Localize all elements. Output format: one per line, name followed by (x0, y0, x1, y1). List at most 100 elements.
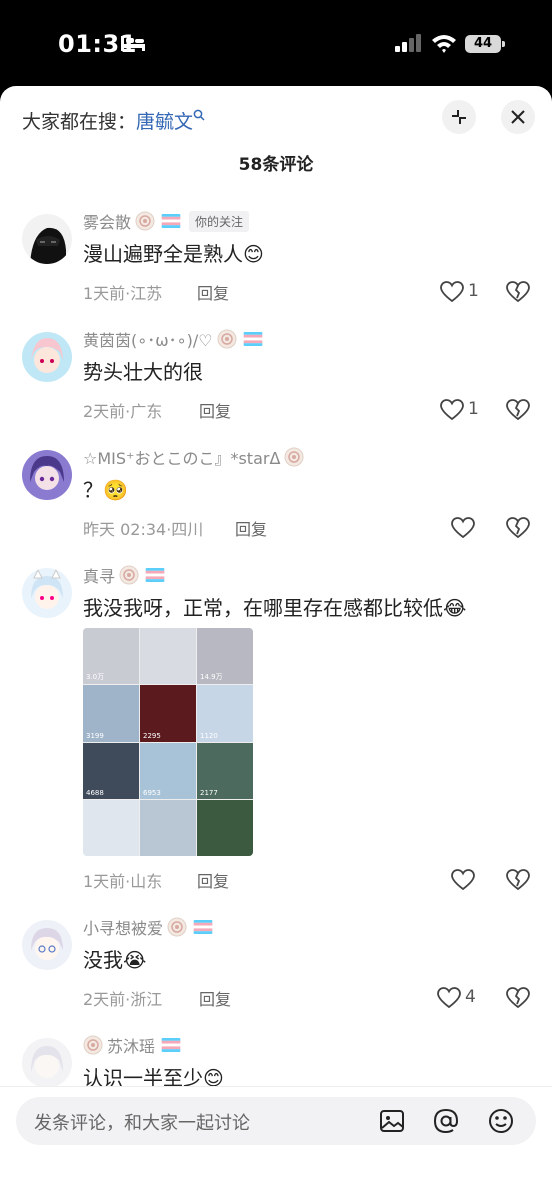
battery-level: 44 (465, 35, 501, 53)
view-count: 1120 (200, 731, 218, 740)
comment-item: 真寻 我没我呀，正常，在哪里存在感都比较低😂 3.0万 14.9万 3199 2… (0, 562, 552, 906)
photo-thumb (197, 799, 253, 856)
photo-thumb (140, 628, 196, 685)
comment-item: 黄茵茵(∘･ω･∘)/♡ 势头壮大的很 2天前·广东 回复 1 (0, 326, 552, 436)
comment-count: 58条评论 (238, 155, 314, 175)
photo-thumb: 2295 (140, 685, 196, 742)
broken-heart-icon[interactable] (506, 281, 530, 303)
bun-badge-icon (284, 447, 304, 467)
search-suggestion[interactable]: 大家都在搜：唐毓文 (22, 107, 205, 134)
photo-thumb: 3199 (83, 685, 139, 742)
battery-indicator: 44 (465, 35, 505, 53)
comment-sheet: 大家都在搜：唐毓文 58条评论 雾会散 你的关注 漫山遍野全是熟人😊 1天前·江… (0, 86, 552, 1200)
avatar[interactable] (22, 920, 72, 970)
comment-text: 漫山遍野全是熟人😊 (83, 242, 264, 266)
follow-tag: 你的关注 (189, 210, 250, 232)
photo-thumb: 6953 (140, 742, 196, 799)
comment-list[interactable]: 雾会散 你的关注 漫山遍野全是熟人😊 1天前·江苏 回复 1 黄茵茵(∘･ω･∘… (0, 208, 552, 1088)
username[interactable]: ☆MIS⁺おとこのこ』*starᐃ (83, 445, 280, 469)
view-count: 3.0万 (86, 673, 105, 682)
photo-thumb: 4688 (83, 742, 139, 799)
like-count: 1 (468, 399, 479, 419)
comment-meta: 1天前·江苏 (83, 284, 163, 303)
heart-icon[interactable] (451, 517, 475, 539)
avatar[interactable] (22, 1038, 72, 1088)
trans-flag-icon (145, 568, 165, 582)
comment-item: 苏沐瑶 认识一半至少😊 (0, 1032, 552, 1088)
comment-text: 没我😭 (83, 948, 147, 972)
bun-badge-icon (83, 1035, 103, 1055)
broken-heart-icon[interactable] (506, 399, 530, 421)
photo-thumb: 3.0万 (83, 628, 139, 685)
reply-button[interactable]: 回复 (197, 868, 229, 892)
username[interactable]: 小寻想被爱 (83, 915, 163, 939)
comment-meta: 1天前·山东 (83, 872, 163, 891)
username[interactable]: 黄茵茵(∘･ω･∘)/♡ (83, 327, 213, 351)
username[interactable]: 雾会散 (83, 209, 131, 233)
bun-badge-icon (119, 565, 139, 585)
broken-heart-icon[interactable] (506, 517, 530, 539)
comment-image[interactable]: 3.0万 14.9万 3199 2295 1120 4688 6953 2177 (83, 628, 253, 856)
reply-button[interactable]: 回复 (199, 398, 231, 422)
comment-input-bar: 发条评论，和大家一起讨论 (0, 1086, 552, 1200)
comment-input[interactable]: 发条评论，和大家一起讨论 (16, 1097, 536, 1145)
photo-thumb: 14.9万 (197, 628, 253, 685)
heart-icon[interactable] (440, 281, 464, 303)
comment-meta: 2天前·浙江 (83, 990, 163, 1009)
search-icon (193, 109, 205, 121)
comment-item: 小寻想被爱 没我😭 2天前·浙江 回复 4 (0, 914, 552, 1024)
photo-thumb (140, 799, 196, 856)
broken-heart-icon[interactable] (506, 987, 530, 1009)
view-count: 14.9万 (200, 673, 223, 682)
reply-button[interactable]: 回复 (199, 986, 231, 1010)
bun-badge-icon (217, 329, 237, 349)
comment-header: 黄茵茵(∘･ω･∘)/♡ (83, 326, 263, 352)
trans-flag-icon (193, 920, 213, 934)
bun-badge-icon (167, 917, 187, 937)
view-count: 2177 (200, 788, 218, 797)
comment-meta: 昨天 02:34·四川 (83, 520, 204, 539)
avatar[interactable] (22, 568, 72, 618)
username[interactable]: 真寻 (83, 563, 115, 587)
comment-header: 苏沐瑶 (83, 1032, 181, 1058)
view-count: 2295 (143, 731, 161, 740)
reply-button[interactable]: 回复 (235, 516, 267, 540)
heart-icon[interactable] (437, 987, 461, 1009)
trans-flag-icon (161, 1038, 181, 1052)
comment-header: 雾会散 你的关注 (83, 208, 250, 234)
photo-thumb: 1120 (197, 685, 253, 742)
comment-meta: 2天前·广东 (83, 402, 163, 421)
username[interactable]: 苏沐瑶 (107, 1033, 155, 1057)
minimize-button[interactable] (442, 100, 476, 134)
comment-item: 雾会散 你的关注 漫山遍野全是熟人😊 1天前·江苏 回复 1 (0, 208, 552, 318)
battery-cap (502, 41, 505, 47)
avatar[interactable] (22, 332, 72, 382)
view-count: 4688 (86, 788, 104, 797)
photo-thumb: 2177 (197, 742, 253, 799)
broken-heart-icon[interactable] (506, 869, 530, 891)
avatar[interactable] (22, 450, 72, 500)
like-count: 4 (465, 987, 476, 1007)
close-icon (511, 110, 525, 124)
heart-icon[interactable] (451, 869, 475, 891)
comment-text: 认识一半至少😊 (83, 1066, 224, 1088)
emoji-icon[interactable] (487, 1107, 515, 1135)
view-count: 6953 (143, 788, 161, 797)
cellular-signal-icon (395, 34, 421, 52)
like-count: 1 (468, 281, 479, 301)
avatar[interactable] (22, 214, 72, 264)
wifi-icon (432, 35, 456, 53)
at-mention-icon[interactable] (432, 1107, 460, 1135)
comment-text: 势头壮大的很 (83, 360, 203, 384)
photo-thumb (83, 799, 139, 856)
reply-button[interactable]: 回复 (197, 280, 229, 304)
close-button[interactable] (501, 100, 535, 134)
trans-flag-icon (243, 332, 262, 346)
image-icon[interactable] (378, 1107, 406, 1135)
heart-icon[interactable] (440, 399, 464, 421)
sleep-focus-icon (121, 36, 145, 51)
comment-input-placeholder: 发条评论，和大家一起讨论 (34, 1113, 250, 1134)
status-bar: 01:31 44 (0, 0, 552, 86)
search-keyword[interactable]: 唐毓文 (136, 111, 193, 133)
trans-flag-icon (161, 214, 181, 228)
